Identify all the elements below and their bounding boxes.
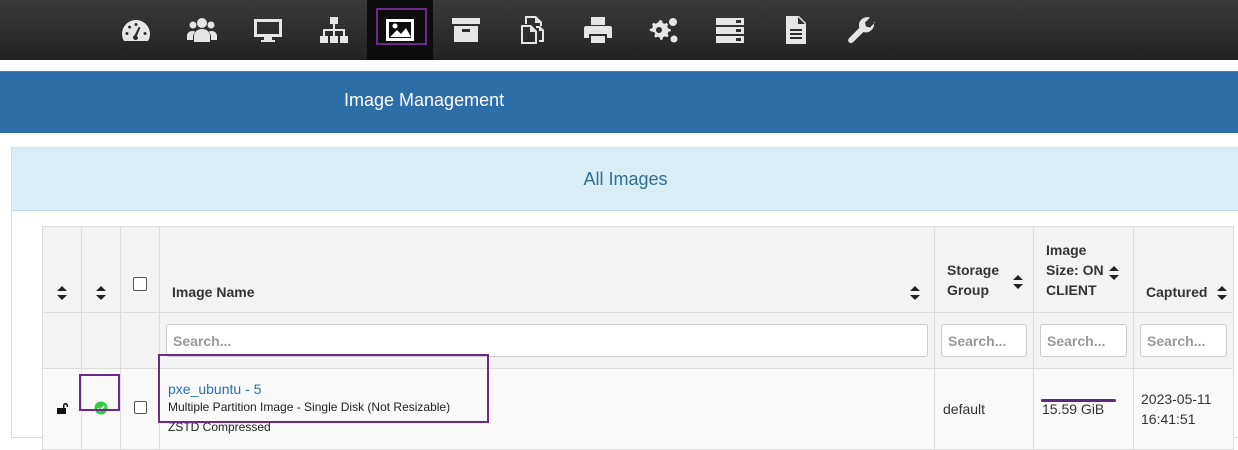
- col-status-header[interactable]: [81, 226, 121, 313]
- col-captured-header[interactable]: Captured: [1133, 226, 1234, 313]
- top-nav-bar: [0, 0, 1238, 60]
- sort-icon: [1217, 286, 1227, 300]
- col-image-name-header[interactable]: Image Name: [159, 226, 935, 313]
- unlock-icon[interactable]: [55, 401, 69, 415]
- wrench-icon[interactable]: [829, 0, 895, 60]
- dashboard-icon[interactable]: [103, 0, 169, 60]
- active-nav-highlight: [376, 8, 427, 45]
- storage-group-header-label-2: Group: [947, 282, 989, 298]
- captured-header-label: Captured: [1146, 284, 1208, 300]
- server-icon[interactable]: [697, 0, 763, 60]
- copy-icon[interactable]: [499, 0, 565, 60]
- sort-icon: [57, 286, 67, 300]
- status-highlight-box: [79, 374, 120, 411]
- filter-cell: [1133, 312, 1234, 369]
- lock-cell: [42, 368, 82, 450]
- col-lock-header[interactable]: [42, 226, 82, 313]
- filter-cell-empty: [42, 312, 82, 369]
- col-image-size-header[interactable]: Image Size: ON CLIENT: [1033, 226, 1134, 313]
- network-tree-icon[interactable]: [301, 0, 367, 60]
- col-storage-group-header[interactable]: Storage Group: [934, 226, 1034, 313]
- image-size-cell: 15.59 GiB: [1033, 368, 1134, 450]
- captured-time: 16:41:51: [1141, 411, 1196, 427]
- archive-icon[interactable]: [433, 0, 499, 60]
- image-size-header-label-2: Size: ON: [1046, 262, 1104, 278]
- file-icon[interactable]: [763, 0, 829, 60]
- filter-cell-empty: [120, 312, 160, 369]
- captured-date: 2023-05-11: [1141, 391, 1212, 407]
- image-size-search-input[interactable]: [1040, 324, 1127, 357]
- sort-icon: [1109, 265, 1119, 280]
- select-cell: [120, 368, 160, 450]
- page-title: Image Management: [344, 90, 505, 110]
- page-header-band: [0, 71, 1238, 133]
- image-icon[interactable]: [367, 0, 433, 60]
- storage-group-cell: default: [934, 368, 1034, 450]
- gears-icon[interactable]: [631, 0, 697, 60]
- captured-cell: 2023-05-11 16:41:51: [1133, 368, 1234, 450]
- users-icon[interactable]: [169, 0, 235, 60]
- sort-icon: [910, 286, 920, 300]
- sort-icon: [1013, 274, 1023, 289]
- filter-cell: [934, 312, 1034, 369]
- sort-icon: [96, 286, 106, 300]
- image-size-header-label-3: CLIENT: [1046, 282, 1097, 298]
- image-name-highlight-box: [158, 354, 489, 423]
- captured-search-input[interactable]: [1140, 324, 1227, 357]
- row-checkbox[interactable]: [133, 401, 147, 414]
- printer-icon[interactable]: [565, 0, 631, 60]
- image-name-search-input[interactable]: [166, 324, 928, 357]
- filter-cell-empty: [81, 312, 121, 369]
- filter-cell: [1033, 312, 1134, 369]
- panel-title: All Images: [12, 148, 1238, 211]
- image-size-header-label-1: Image: [1046, 242, 1087, 258]
- storage-group-search-input[interactable]: [941, 324, 1027, 357]
- col-select-header: [120, 226, 160, 313]
- select-all-checkbox[interactable]: [133, 277, 147, 291]
- monitor-icon[interactable]: [235, 0, 301, 60]
- image-name-header-label: Image Name: [172, 284, 255, 300]
- storage-group-header-label-1: Storage: [947, 262, 1000, 278]
- size-underline-mark: [1041, 399, 1116, 402]
